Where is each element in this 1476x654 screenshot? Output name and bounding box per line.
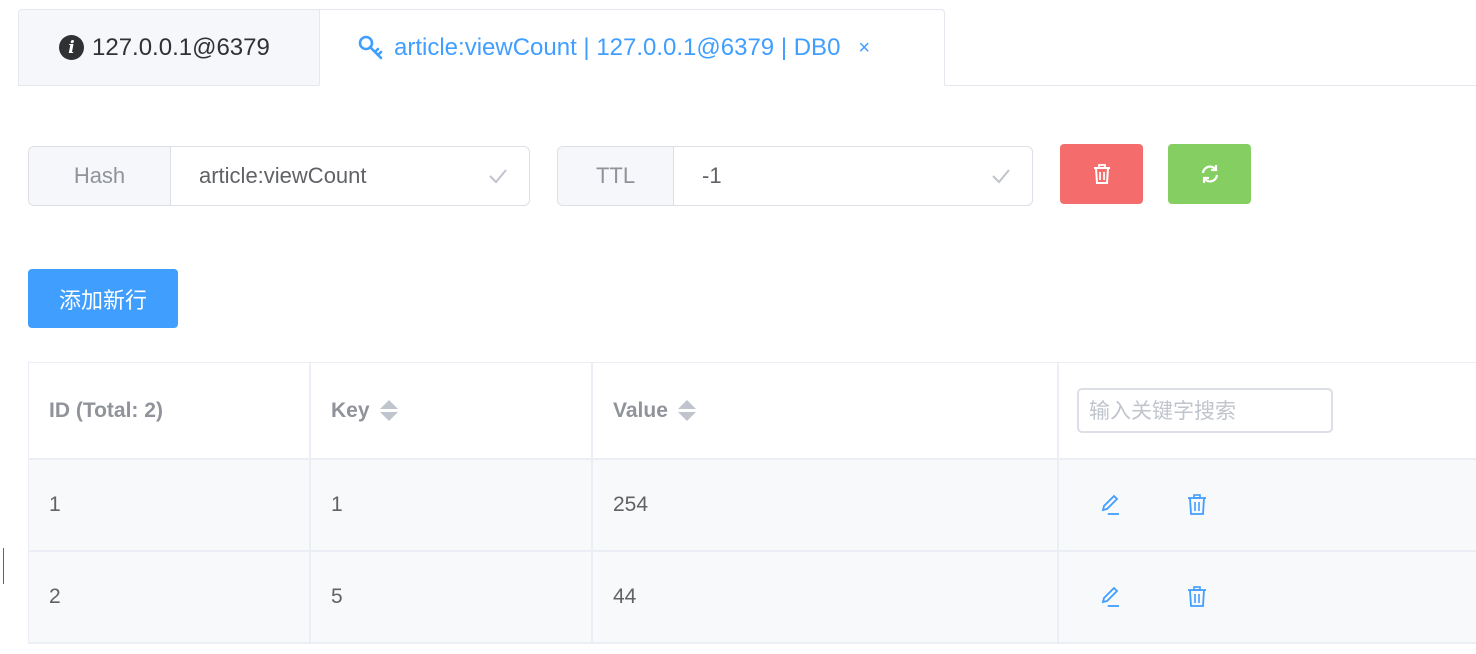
row-key: 1 bbox=[311, 460, 593, 550]
add-row-button[interactable]: 添加新行 bbox=[28, 269, 178, 328]
refresh-button[interactable] bbox=[1168, 144, 1251, 204]
tab-key-detail-label: article:viewCount | 127.0.0.1@6379 | DB0 bbox=[394, 33, 841, 61]
key-name-field-wrapper bbox=[171, 147, 529, 205]
sort-descending-icon[interactable] bbox=[379, 412, 398, 421]
row-id: 2 bbox=[29, 552, 311, 642]
trash-icon[interactable] bbox=[1185, 585, 1209, 609]
sort-descending-icon[interactable] bbox=[677, 412, 696, 421]
key-type-label: Hash bbox=[29, 147, 171, 205]
tab-bar: i 127.0.0.1@6379 article:viewCount | 127… bbox=[18, 9, 1476, 86]
sort-ascending-icon[interactable] bbox=[379, 400, 398, 409]
edit-icon[interactable] bbox=[1099, 493, 1123, 517]
hash-table: ID (Total: 2) Key Value 1 1 254 bbox=[28, 362, 1476, 644]
text-cursor bbox=[3, 548, 4, 584]
row-key: 5 bbox=[311, 552, 593, 642]
row-id: 1 bbox=[29, 460, 311, 550]
key-name-group: Hash bbox=[28, 146, 530, 206]
column-header-id: ID (Total: 2) bbox=[29, 363, 311, 458]
table-header: ID (Total: 2) Key Value bbox=[29, 363, 1476, 460]
tab-server-info[interactable]: i 127.0.0.1@6379 bbox=[18, 9, 320, 86]
sort-icon[interactable] bbox=[677, 400, 696, 421]
row-actions bbox=[1059, 552, 1476, 642]
edit-icon[interactable] bbox=[1099, 585, 1123, 609]
row-value: 44 bbox=[593, 552, 1059, 642]
table-row: 1 1 254 bbox=[29, 460, 1476, 552]
column-header-value[interactable]: Value bbox=[593, 363, 1059, 458]
key-name-input[interactable] bbox=[171, 147, 529, 205]
check-icon[interactable] bbox=[487, 165, 509, 187]
info-icon: i bbox=[59, 35, 84, 60]
column-header-key-label: Key bbox=[331, 398, 370, 422]
row-actions bbox=[1059, 460, 1476, 550]
ttl-field-wrapper bbox=[674, 147, 1032, 205]
search-input[interactable] bbox=[1077, 388, 1333, 433]
tab-key-detail[interactable]: article:viewCount | 127.0.0.1@6379 | DB0… bbox=[319, 9, 945, 86]
column-header-value-label: Value bbox=[613, 398, 668, 422]
trash-icon bbox=[1091, 163, 1113, 185]
row-value: 254 bbox=[593, 460, 1059, 550]
refresh-icon bbox=[1199, 163, 1221, 185]
close-icon[interactable]: × bbox=[858, 38, 870, 58]
table-row: 2 5 44 bbox=[29, 552, 1476, 644]
tab-server-info-label: 127.0.0.1@6379 bbox=[92, 33, 270, 61]
key-icon bbox=[358, 35, 384, 61]
sort-icon[interactable] bbox=[379, 400, 398, 421]
column-header-key[interactable]: Key bbox=[311, 363, 593, 458]
delete-key-button[interactable] bbox=[1060, 144, 1143, 204]
column-header-id-label: ID (Total: 2) bbox=[49, 398, 163, 422]
check-icon[interactable] bbox=[990, 165, 1012, 187]
ttl-input[interactable] bbox=[674, 147, 1032, 205]
sort-ascending-icon[interactable] bbox=[677, 400, 696, 409]
trash-icon[interactable] bbox=[1185, 493, 1209, 517]
column-header-search bbox=[1059, 363, 1476, 458]
ttl-group: TTL bbox=[557, 146, 1033, 206]
ttl-label: TTL bbox=[558, 147, 674, 205]
